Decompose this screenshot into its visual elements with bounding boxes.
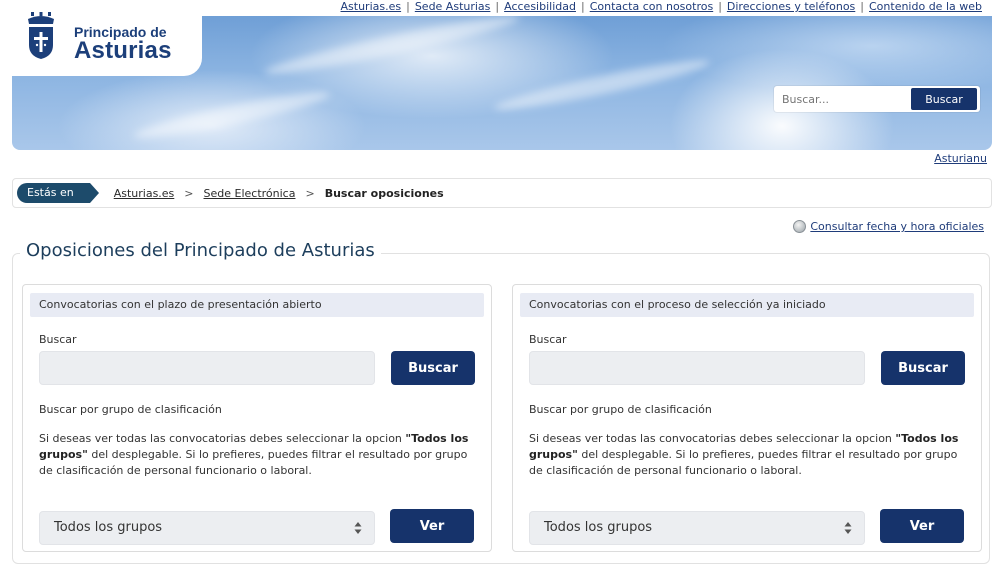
top-utility-links: Asturias.es | Sede Asturias | Accesibili… xyxy=(341,0,983,14)
panel-heading: Convocatorias con el proceso de selecció… xyxy=(520,293,974,317)
clock-icon xyxy=(793,220,807,233)
panel-description: Si deseas ver todas las convocatorias de… xyxy=(39,431,479,479)
top-link-accesibilidad[interactable]: Accesibilidad xyxy=(504,1,576,13)
header-search: Buscar xyxy=(774,86,980,112)
header-search-input[interactable] xyxy=(774,86,920,112)
search-input[interactable] xyxy=(529,351,865,385)
search-label: Buscar xyxy=(529,333,567,346)
coat-of-arms-icon xyxy=(28,12,54,59)
link-separator: | xyxy=(580,0,585,13)
search-input[interactable] xyxy=(39,351,375,385)
desc-text: del desplegable. Si lo prefieres, puedes… xyxy=(529,448,958,477)
cloud-decoration xyxy=(132,85,332,145)
official-time: Consultar fecha y hora oficiales xyxy=(793,220,984,233)
link-separator: | xyxy=(718,0,722,13)
group-select[interactable]: Todos los grupos xyxy=(529,511,865,545)
desc-text: del desplegable. Si lo prefieres, puedes… xyxy=(39,448,468,477)
group-select-value: Todos los grupos xyxy=(544,520,653,535)
cloud-decoration xyxy=(492,53,712,117)
panel-started-calls: Convocatorias con el proceso de selecció… xyxy=(512,284,982,552)
search-button[interactable]: Buscar xyxy=(391,351,475,385)
language-link[interactable]: Asturianu xyxy=(934,152,987,165)
language-switch: Asturianu xyxy=(934,152,987,165)
view-button[interactable]: Ver xyxy=(390,509,474,543)
link-separator: | xyxy=(406,0,410,13)
breadcrumb-separator: > xyxy=(184,186,194,200)
group-select[interactable]: Todos los grupos xyxy=(39,511,375,545)
select-arrows-icon xyxy=(844,522,852,534)
top-link-contenido[interactable]: Contenido de la web xyxy=(869,1,982,13)
desc-text: Si deseas ver todas las convocatorias de… xyxy=(39,432,406,445)
panel-description: Si deseas ver todas las convocatorias de… xyxy=(529,431,969,479)
group-select-value: Todos los grupos xyxy=(54,520,163,535)
top-link-direcciones[interactable]: Direcciones y teléfonos xyxy=(727,1,855,13)
desc-text: Si deseas ver todas las convocatorias de… xyxy=(529,432,896,445)
cloud-decoration xyxy=(262,16,522,81)
breadcrumb-item: Sede Electrónica xyxy=(204,187,296,200)
site-logo[interactable]: Principado de Asturias xyxy=(12,0,202,76)
logo-line2: Asturias xyxy=(74,37,172,64)
panel-heading: Convocatorias con el plazo de presentaci… xyxy=(30,293,484,317)
page-title: Oposiciones del Principado de Asturias xyxy=(20,240,381,261)
group-label: Buscar por grupo de clasificación xyxy=(39,403,222,416)
link-separator: | xyxy=(860,0,864,13)
breadcrumb-current: Buscar oposiciones xyxy=(324,186,444,200)
link-separator: | xyxy=(495,0,500,13)
search-label: Buscar xyxy=(39,333,77,346)
breadcrumb-link-asturias[interactable]: Asturias.es xyxy=(114,187,175,200)
breadcrumb-label: Estás en xyxy=(17,183,99,203)
breadcrumb-link-sede[interactable]: Sede Electrónica xyxy=(204,187,296,200)
top-link-sede[interactable]: Sede Asturias xyxy=(415,1,491,13)
breadcrumb-separator: > xyxy=(305,186,315,200)
group-label: Buscar por grupo de clasificación xyxy=(529,403,712,416)
top-link-asturias[interactable]: Asturias.es xyxy=(341,1,402,13)
top-link-contacta[interactable]: Contacta con nosotros xyxy=(590,1,714,13)
header-search-button[interactable]: Buscar xyxy=(911,88,977,110)
breadcrumb: Estás en Asturias.es > Sede Electrónica … xyxy=(12,178,992,208)
view-button[interactable]: Ver xyxy=(880,509,964,543)
panel-open-calls: Convocatorias con el plazo de presentaci… xyxy=(22,284,492,552)
breadcrumb-item: Asturias.es xyxy=(114,187,175,200)
search-button[interactable]: Buscar xyxy=(881,351,965,385)
official-time-link[interactable]: Consultar fecha y hora oficiales xyxy=(810,220,984,233)
select-arrows-icon xyxy=(354,522,362,534)
